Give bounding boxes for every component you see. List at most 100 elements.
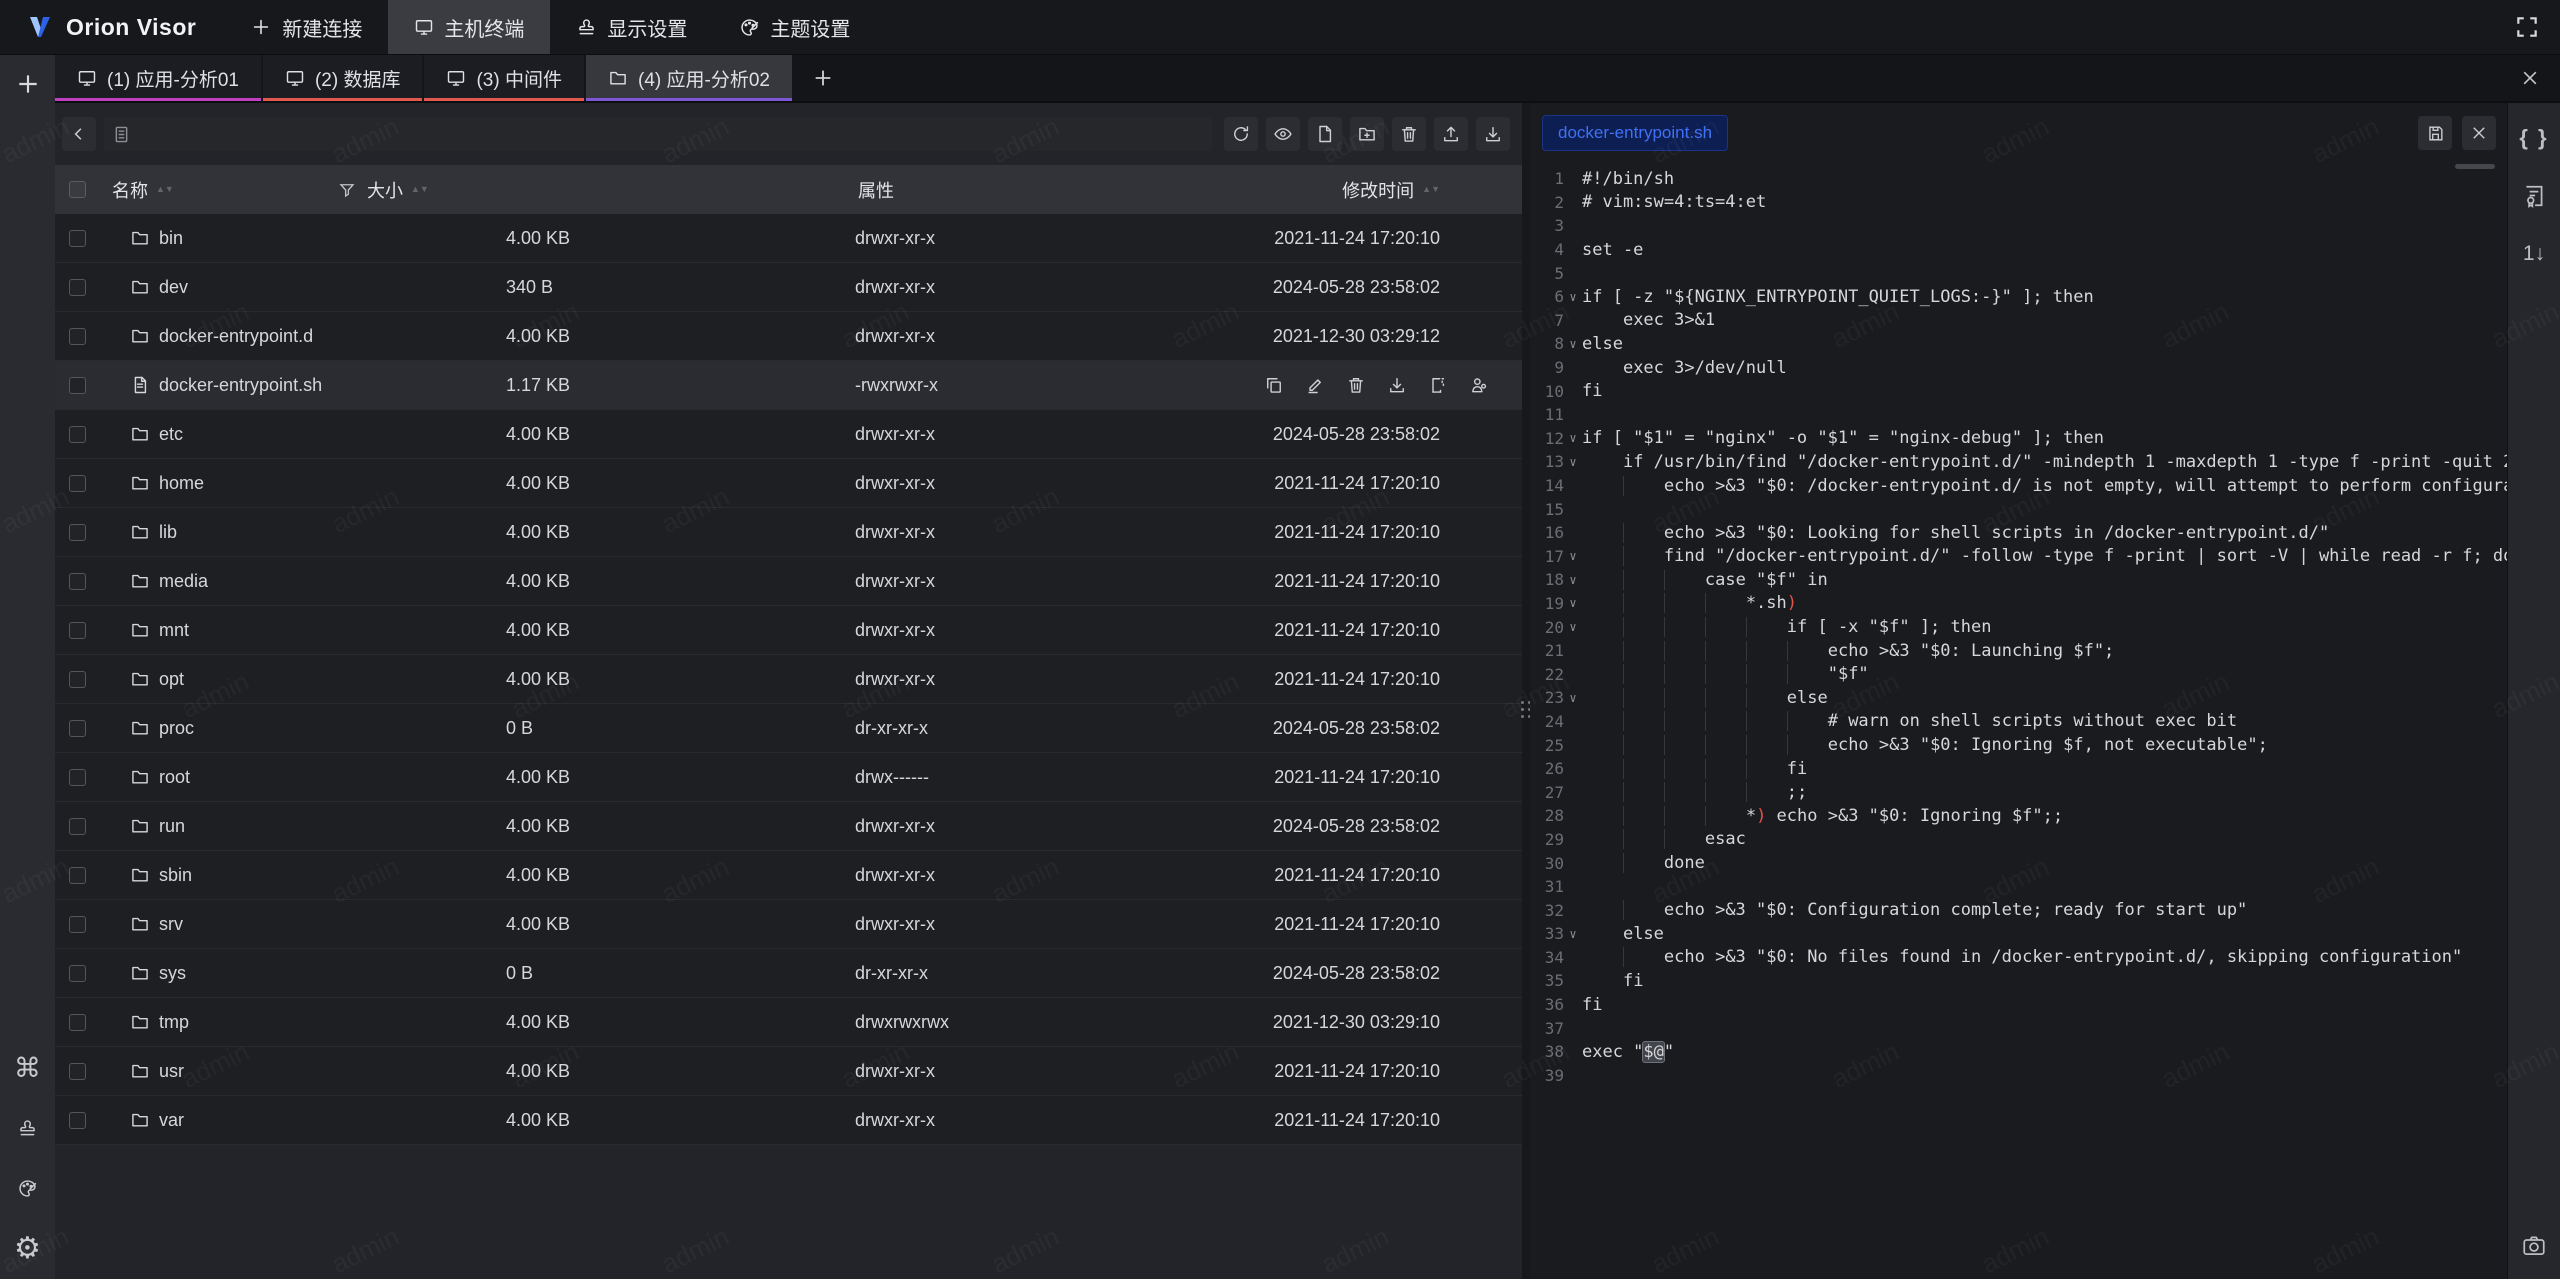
fold-chevron-icon[interactable]: ∨ xyxy=(1564,573,1582,587)
horizontal-scrollbar[interactable] xyxy=(2455,164,2495,169)
row-checkbox[interactable] xyxy=(69,622,86,639)
file-name[interactable]: run xyxy=(159,816,185,837)
nav-item-2[interactable]: 显示设置 xyxy=(550,0,713,54)
table-row[interactable]: sys0 Bdr-xr-xr-x2024-05-28 23:58:02 xyxy=(55,949,1522,998)
download-action-icon[interactable] xyxy=(1386,374,1408,396)
sort-name-icon[interactable]: ▲▼ xyxy=(156,186,174,193)
row-checkbox[interactable] xyxy=(69,965,86,982)
download-button[interactable] xyxy=(1476,117,1510,151)
file-name[interactable]: tmp xyxy=(159,1012,189,1033)
file-cert-icon[interactable] xyxy=(2517,179,2551,213)
file-name[interactable]: media xyxy=(159,571,208,592)
fold-chevron-icon[interactable]: ∨ xyxy=(1564,691,1582,705)
file-name[interactable]: home xyxy=(159,473,204,494)
save-button[interactable] xyxy=(2418,116,2452,150)
file-name[interactable]: var xyxy=(159,1110,184,1131)
table-row[interactable]: mnt4.00 KBdrwxr-xr-x2021-11-24 17:20:10 xyxy=(55,606,1522,655)
table-row[interactable]: var4.00 KBdrwxr-xr-x2021-11-24 17:20:10 xyxy=(55,1096,1522,1145)
file-name[interactable]: lib xyxy=(159,522,177,543)
nav-item-3[interactable]: 主题设置 xyxy=(713,0,876,54)
stamp-icon[interactable] xyxy=(11,1111,45,1145)
row-checkbox[interactable] xyxy=(69,671,86,688)
terminal-tab-2[interactable]: (2) 数据库 xyxy=(263,55,423,101)
table-row[interactable]: run4.00 KBdrwxr-xr-x2024-05-28 23:58:02 xyxy=(55,802,1522,851)
table-row[interactable]: dev340 Bdrwxr-xr-x2024-05-28 23:58:02 xyxy=(55,263,1522,312)
row-checkbox[interactable] xyxy=(69,328,86,345)
table-row[interactable]: root4.00 KBdrwx------2021-11-24 17:20:10 xyxy=(55,753,1522,802)
code-editor[interactable]: 1 #!/bin/sh2 # vim:sw=4:ts=4:et3 4 set -… xyxy=(1530,163,2507,1279)
command-icon[interactable]: ⌘ xyxy=(11,1051,45,1085)
row-checkbox[interactable] xyxy=(69,475,86,492)
upload-button[interactable] xyxy=(1434,117,1468,151)
table-row[interactable]: usr4.00 KBdrwxr-xr-x2021-11-24 17:20:10 xyxy=(55,1047,1522,1096)
table-row[interactable]: etc4.00 KBdrwxr-xr-x2024-05-28 23:58:02 xyxy=(55,410,1522,459)
eye-button[interactable] xyxy=(1266,117,1300,151)
close-editor-button[interactable] xyxy=(2462,116,2496,150)
table-row[interactable]: lib4.00 KBdrwxr-xr-x2021-11-24 17:20:10 xyxy=(55,508,1522,557)
file-name[interactable]: docker-entrypoint.d xyxy=(159,326,313,347)
row-checkbox[interactable] xyxy=(69,426,86,443)
close-panel-icon[interactable] xyxy=(2500,55,2560,101)
panel-splitter[interactable] xyxy=(1522,103,1530,1279)
row-checkbox[interactable] xyxy=(69,867,86,884)
row-checkbox[interactable] xyxy=(69,279,86,296)
sort-size-icon[interactable]: ▲▼ xyxy=(411,186,429,193)
nav-item-0[interactable]: 新建连接 xyxy=(224,0,388,54)
file-plus-button[interactable] xyxy=(1308,117,1342,151)
fold-chevron-icon[interactable]: ∨ xyxy=(1564,337,1582,351)
file-name[interactable]: proc xyxy=(159,718,194,739)
file-name[interactable]: dev xyxy=(159,277,188,298)
fold-chevron-icon[interactable]: ∨ xyxy=(1564,549,1582,563)
row-checkbox[interactable] xyxy=(69,573,86,590)
fold-chevron-icon[interactable]: ∨ xyxy=(1564,620,1582,634)
row-checkbox[interactable] xyxy=(69,916,86,933)
row-checkbox[interactable] xyxy=(69,524,86,541)
filter-icon[interactable] xyxy=(338,181,356,199)
select-all-checkbox[interactable] xyxy=(69,181,86,198)
file-name[interactable]: root xyxy=(159,767,190,788)
column-header-size[interactable]: 大小 ▲▼ xyxy=(367,177,429,203)
table-row[interactable]: tmp4.00 KBdrwxrwxrwx2021-12-30 03:29:10 xyxy=(55,998,1522,1047)
row-checkbox[interactable] xyxy=(69,230,86,247)
file-name[interactable]: mnt xyxy=(159,620,189,641)
sort-mtime-icon[interactable]: ▲▼ xyxy=(1422,186,1440,193)
row-checkbox[interactable] xyxy=(69,818,86,835)
nav-item-1[interactable]: 主机终端 xyxy=(388,0,550,54)
table-row[interactable]: docker-entrypoint.sh1.17 KB-rwxrwxr-x xyxy=(55,361,1522,410)
fold-chevron-icon[interactable]: ∨ xyxy=(1564,927,1582,941)
row-checkbox[interactable] xyxy=(69,720,86,737)
folder-plus-button[interactable] xyxy=(1350,117,1384,151)
row-checkbox[interactable] xyxy=(69,377,86,394)
column-header-mtime[interactable]: 修改时间 ▲▼ xyxy=(1342,177,1440,203)
copy-action-icon[interactable] xyxy=(1263,374,1285,396)
row-checkbox[interactable] xyxy=(69,1063,86,1080)
table-row[interactable]: docker-entrypoint.d4.00 KBdrwxr-xr-x2021… xyxy=(55,312,1522,361)
trash-button[interactable] xyxy=(1392,117,1426,151)
fold-chevron-icon[interactable]: ∨ xyxy=(1564,290,1582,304)
row-checkbox[interactable] xyxy=(69,1014,86,1031)
trash-action-icon[interactable] xyxy=(1345,374,1367,396)
fold-chevron-icon[interactable]: ∨ xyxy=(1564,596,1582,610)
terminal-tab-4[interactable]: (4) 应用-分析02 xyxy=(586,55,792,101)
permissions-action-icon[interactable] xyxy=(1468,374,1490,396)
row-checkbox[interactable] xyxy=(69,1112,86,1129)
file-name[interactable]: sys xyxy=(159,963,186,984)
editor-file-tag[interactable]: docker-entrypoint.sh xyxy=(1542,115,1728,151)
back-button[interactable] xyxy=(62,117,96,151)
new-tab-plus-icon[interactable] xyxy=(11,67,45,101)
file-name[interactable]: etc xyxy=(159,424,183,445)
fullscreen-icon[interactable] xyxy=(2510,10,2544,44)
file-name[interactable]: opt xyxy=(159,669,184,690)
sort-numeric-icon[interactable]: 1↓ xyxy=(2517,237,2551,271)
table-row[interactable]: media4.00 KBdrwxr-xr-x2021-11-24 17:20:1… xyxy=(55,557,1522,606)
file-name[interactable]: docker-entrypoint.sh xyxy=(159,375,322,396)
gear-icon[interactable]: ⚙ xyxy=(11,1231,45,1265)
palette-icon[interactable] xyxy=(11,1171,45,1205)
file-name[interactable]: srv xyxy=(159,914,183,935)
column-header-name[interactable]: 名称 ▲▼ xyxy=(112,177,174,203)
braces-icon[interactable]: { } xyxy=(2517,121,2551,155)
move-action-icon[interactable] xyxy=(1427,374,1449,396)
file-name[interactable]: bin xyxy=(159,228,183,249)
table-row[interactable]: home4.00 KBdrwxr-xr-x2021-11-24 17:20:10 xyxy=(55,459,1522,508)
fold-chevron-icon[interactable]: ∨ xyxy=(1564,455,1582,469)
